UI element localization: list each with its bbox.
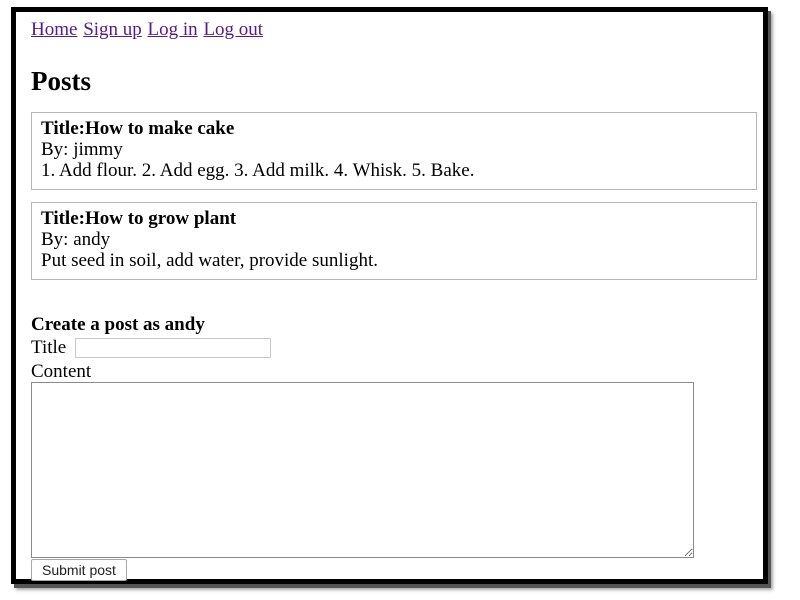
nav-home-link[interactable]: Home xyxy=(31,19,77,40)
title-row: Title xyxy=(31,337,272,359)
post-content: 1. Add flour. 2. Add egg. 3. Add milk. 4… xyxy=(41,160,475,181)
post-author: By: andy xyxy=(41,229,111,250)
post-card: Title:How to grow plant By: andy Put see… xyxy=(31,202,757,280)
page-title: Posts xyxy=(31,66,91,96)
page-frame: Home Sign up Log in Log out Posts Title:… xyxy=(11,7,768,584)
page-content: Home Sign up Log in Log out Posts Title:… xyxy=(31,12,757,581)
post-title: Title:How to make cake xyxy=(41,118,235,139)
title-label: Title xyxy=(31,337,67,358)
create-post-heading: Create a post as andy xyxy=(31,314,205,335)
title-input[interactable] xyxy=(75,338,272,358)
content-textarea[interactable] xyxy=(31,382,694,558)
top-nav: Home Sign up Log in Log out xyxy=(31,19,264,41)
submit-post-button[interactable]: Submit post xyxy=(31,559,127,581)
post-title: Title:How to grow plant xyxy=(41,208,237,229)
nav-login-link[interactable]: Log in xyxy=(148,19,198,40)
nav-logout-link[interactable]: Log out xyxy=(203,19,263,40)
post-card: Title:How to make cake By: jimmy 1. Add … xyxy=(31,112,757,190)
post-author: By: jimmy xyxy=(41,139,123,160)
content-label: Content xyxy=(31,361,92,382)
post-content: Put seed in soil, add water, provide sun… xyxy=(41,250,378,271)
nav-signup-link[interactable]: Sign up xyxy=(83,19,142,40)
